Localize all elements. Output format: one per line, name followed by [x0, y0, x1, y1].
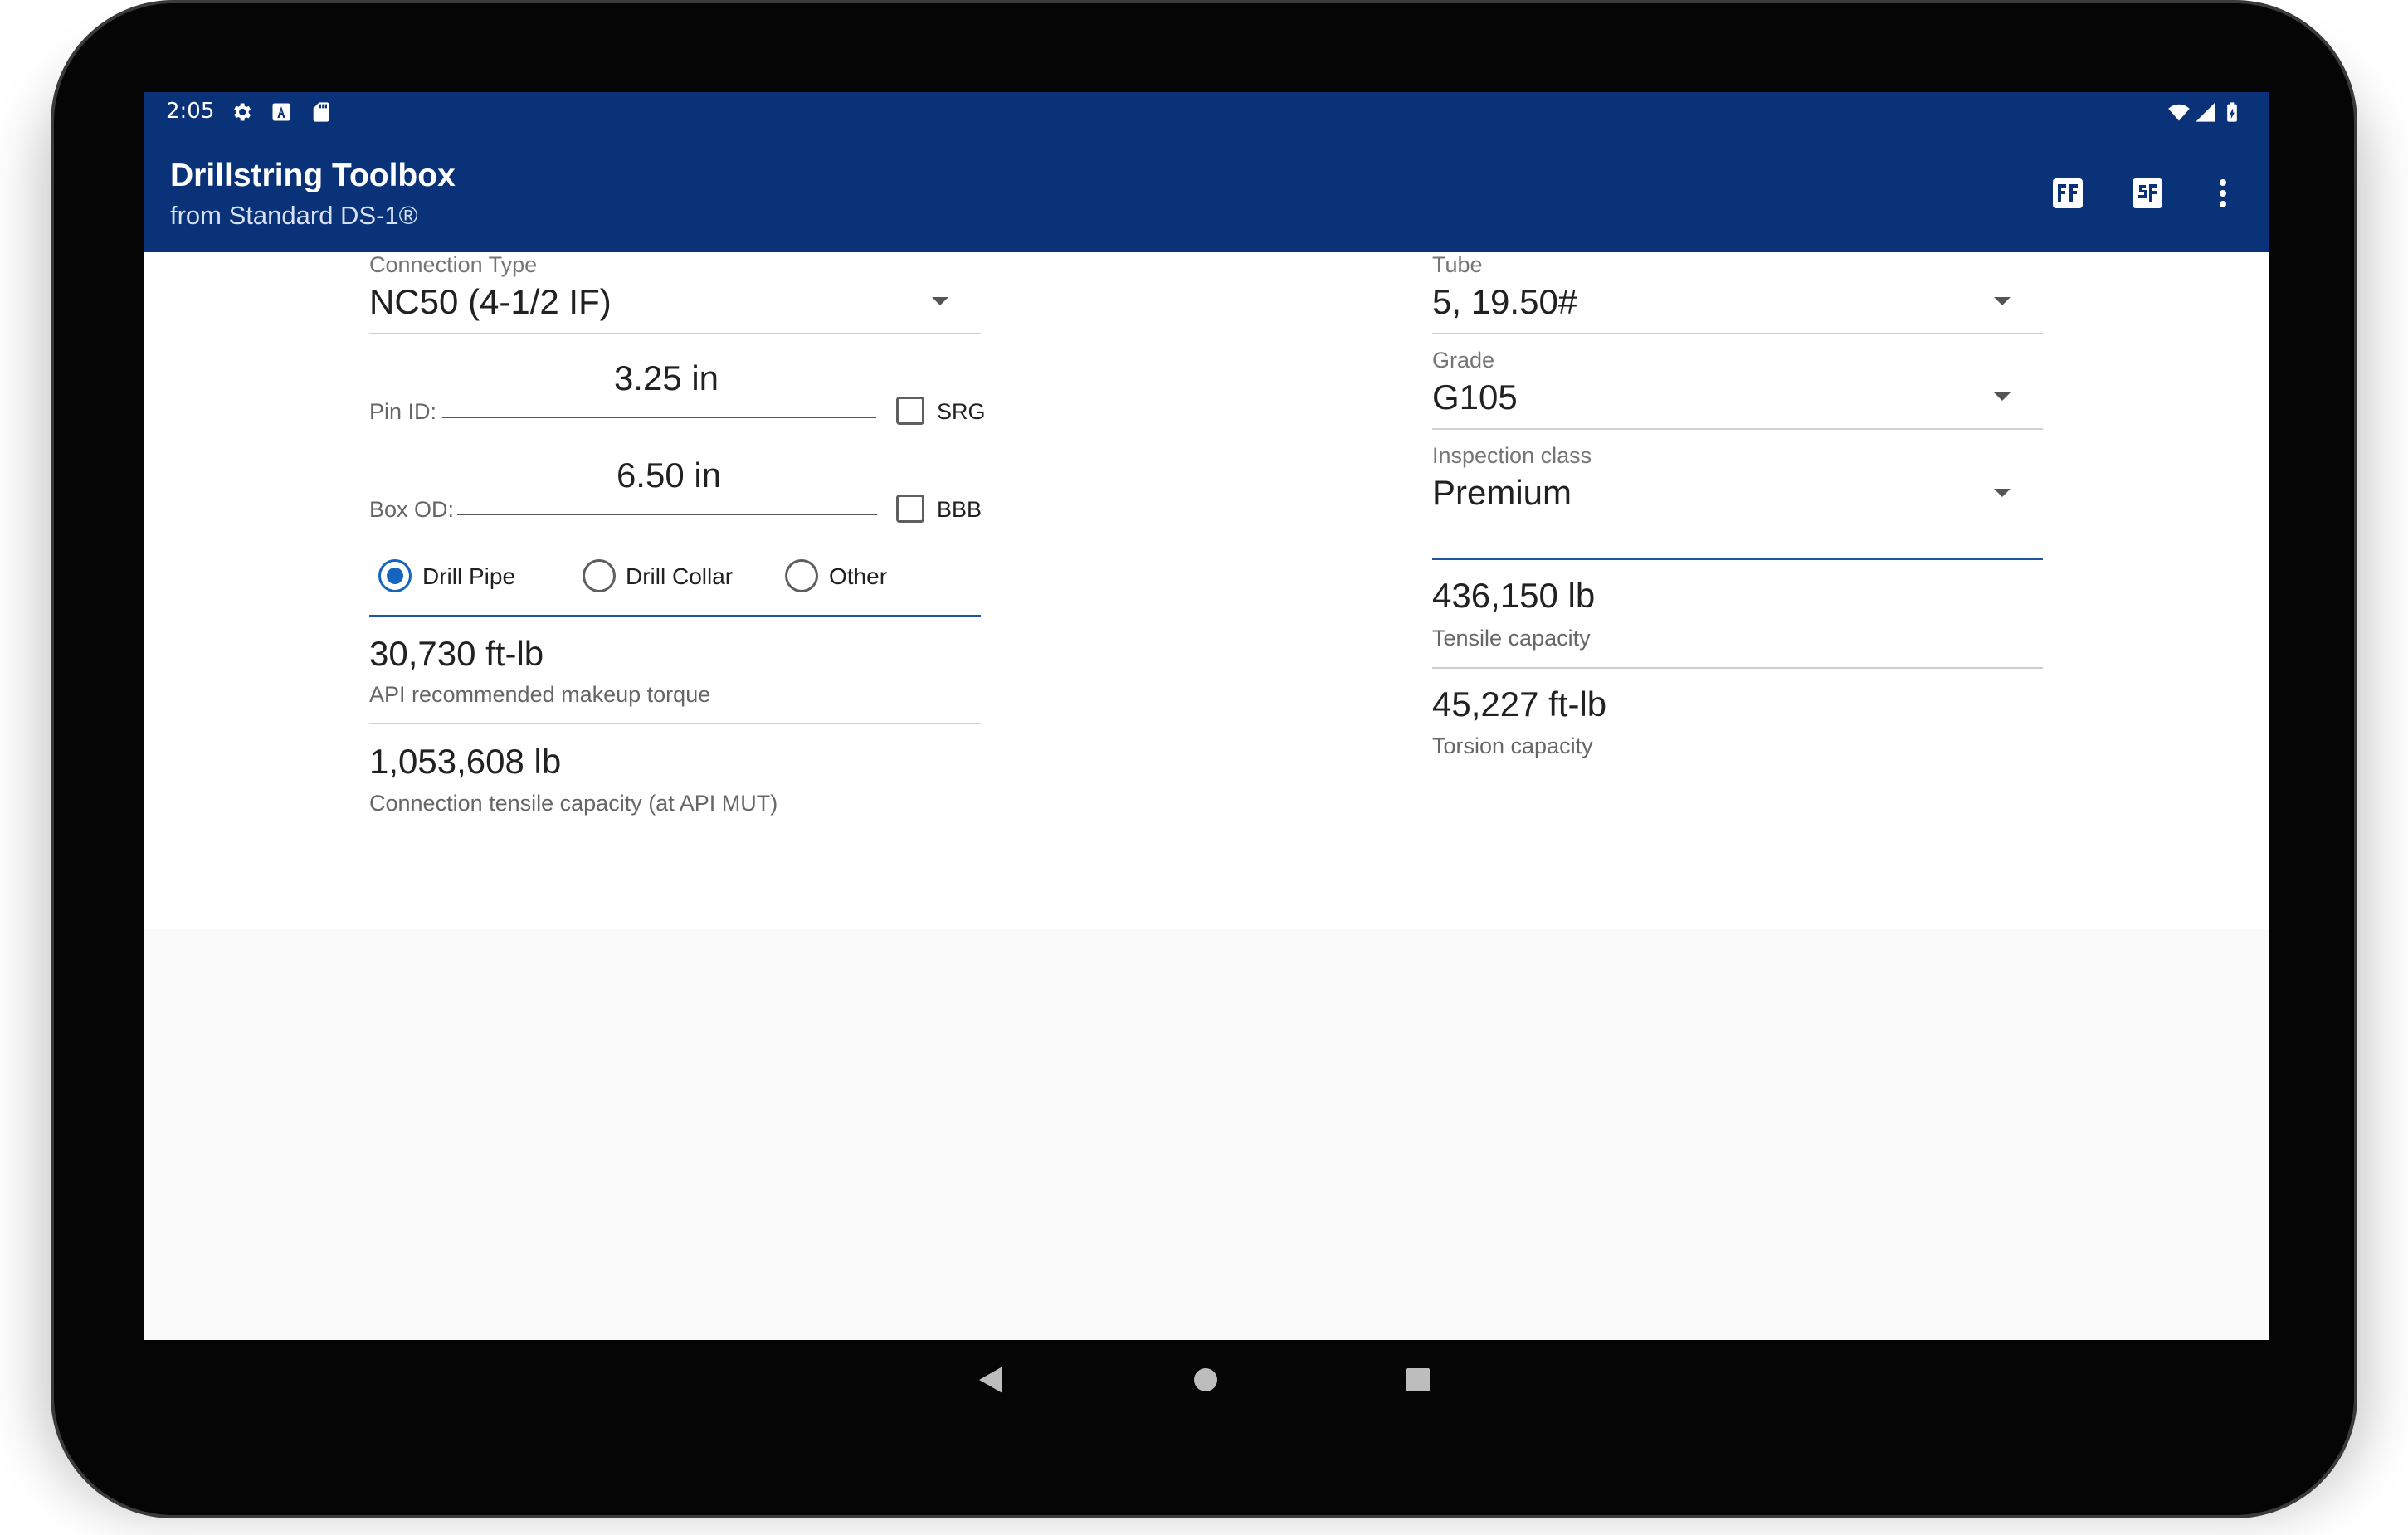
connection-tensile-value: 1,053,608 lb: [369, 742, 562, 781]
wifi-icon: [2168, 104, 2190, 121]
pin-id-label: Pin ID:: [369, 399, 437, 424]
tube-dropdown-icon: [1994, 297, 2011, 305]
bbb-label: BBB: [937, 497, 982, 522]
srg-checkbox[interactable]: [896, 397, 924, 425]
signal-icon: [2196, 102, 2215, 122]
connection-type-label: Connection Type: [369, 252, 538, 277]
app-bar: Drillstring Toolbox from Standard DS-1®: [144, 132, 2269, 252]
box-od-label: Box OD:: [369, 497, 455, 522]
connection-type-dropdown-icon: [932, 297, 948, 305]
drill-collar-radio[interactable]: [583, 559, 616, 592]
gear-icon: [234, 103, 251, 121]
connection-type-underline: [369, 333, 981, 334]
inspection-class-label: Inspection class: [1432, 443, 1592, 468]
status-time: 2:05: [166, 99, 215, 124]
srg-label: SRG: [937, 399, 986, 424]
drill-collar-label: Drill Collar: [626, 563, 734, 589]
tube-tensile-divider: [1432, 667, 2043, 669]
other-radio[interactable]: [785, 559, 818, 592]
box-od-input[interactable]: 6.50 in: [457, 456, 880, 495]
connection-type-value: NC50 (4-1/2 IF): [369, 282, 612, 321]
tube-underline: [1432, 333, 2043, 334]
a-icon: [272, 103, 290, 121]
overflow-menu-icon: [2220, 179, 2226, 207]
makeup-torque-value: 30,730 ft-lb: [369, 634, 544, 673]
overflow-menu-button[interactable]: [2201, 172, 2245, 215]
bbb-checkbox[interactable]: [896, 495, 924, 523]
other-label: Other: [829, 563, 888, 589]
battery-icon: [2227, 102, 2237, 122]
drill-pipe-label: Drill Pipe: [422, 563, 516, 589]
home-icon[interactable]: [1193, 1367, 1218, 1392]
grade-underline: [1432, 428, 2043, 430]
sd-card-icon: [313, 102, 329, 122]
makeup-torque-label: API recommended makeup torque: [369, 682, 711, 707]
inspection-class-dropdown-icon: [1994, 489, 2011, 497]
pipe-type-underline: [369, 615, 981, 617]
grade-value: G105: [1432, 378, 1518, 417]
sf-icon: [2133, 178, 2162, 208]
tube-value: 5, 19.50#: [1432, 282, 1578, 321]
tube-tensile-value: 436,150 lb: [1432, 576, 1596, 615]
ff-button[interactable]: [2046, 172, 2089, 215]
connection-tensile-label: Connection tensile capacity (at API MUT): [369, 791, 778, 816]
content-panel: Connection Type NC50 (4-1/2 IF) Pin ID: …: [144, 252, 2269, 929]
tube-label: Tube: [1432, 252, 1483, 277]
inspection-class-underline: [1432, 558, 2043, 560]
grade-label: Grade: [1432, 348, 1495, 373]
status-bar: 2:05: [144, 92, 2269, 132]
app-subtitle: from Standard DS-1®: [170, 201, 418, 230]
grade-dropdown-icon: [1994, 392, 2011, 401]
app-title: Drillstring Toolbox: [170, 158, 456, 193]
torsion-value: 45,227 ft-lb: [1432, 685, 1607, 724]
screen: 2:05 Drillstring Toolbox from Standard D…: [144, 92, 2269, 1340]
pin-id-underline: [442, 417, 876, 418]
inspection-class-value: Premium: [1432, 473, 1572, 512]
torsion-label: Torsion capacity: [1432, 733, 1593, 758]
pin-id-input[interactable]: 3.25 in: [442, 358, 890, 398]
box-od-underline: [457, 514, 877, 515]
sf-button[interactable]: [2126, 172, 2169, 215]
recents-icon[interactable]: [1406, 1367, 1431, 1392]
torque-divider: [369, 723, 981, 724]
tube-tensile-label: Tensile capacity: [1432, 626, 1591, 651]
drill-pipe-radio[interactable]: [378, 559, 412, 592]
back-icon[interactable]: [977, 1365, 1004, 1395]
ff-icon: [2053, 178, 2083, 208]
